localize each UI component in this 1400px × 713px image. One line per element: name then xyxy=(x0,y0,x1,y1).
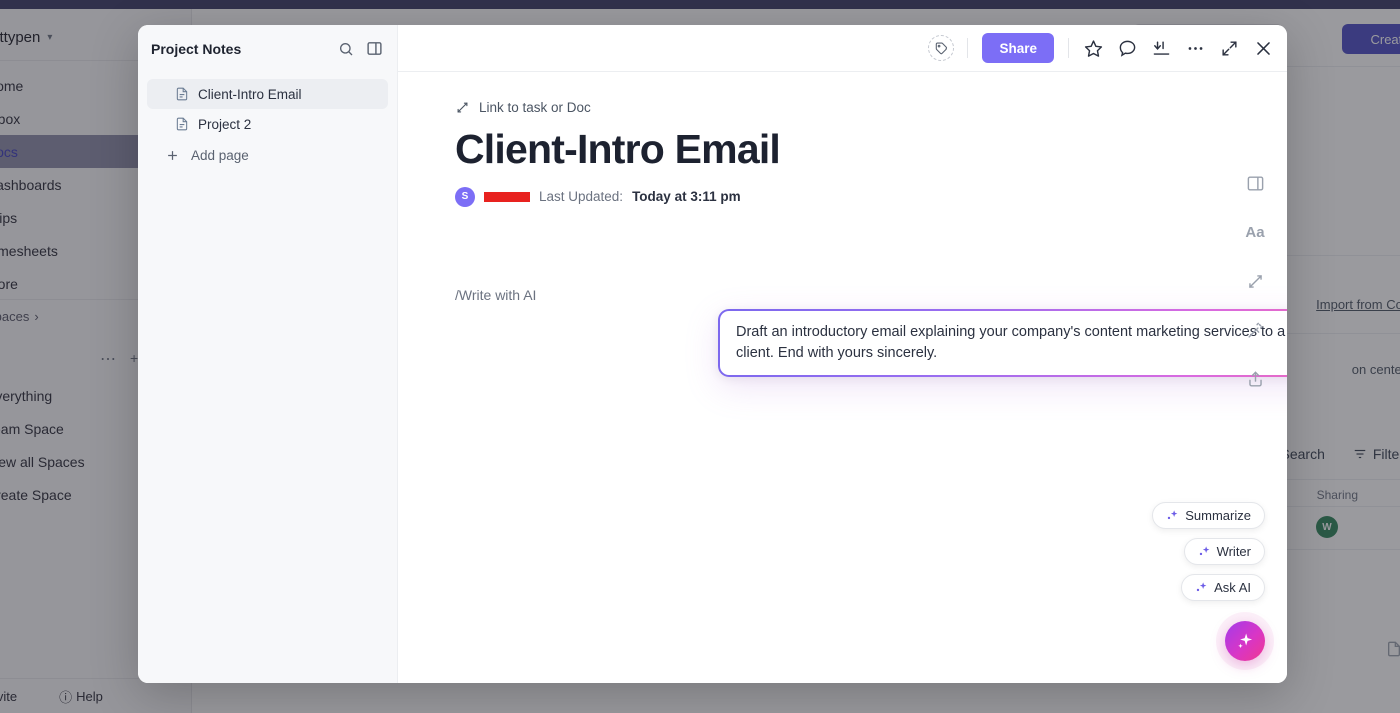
sparkle-icon xyxy=(1166,509,1179,522)
modal-page-list: Client-Intro Email Project 2 Add page xyxy=(138,72,397,170)
relationship-icon xyxy=(455,100,470,115)
divider xyxy=(1068,38,1069,58)
text-style-icon[interactable]: Aa xyxy=(1242,219,1268,245)
modal-toolbar-icons xyxy=(1084,39,1273,58)
ai-prompt-input[interactable]: Draft an introductory email explaining y… xyxy=(736,322,1287,364)
sparkle-icon xyxy=(1198,545,1211,558)
author-name-redaction xyxy=(484,191,530,202)
writer-button[interactable]: Writer xyxy=(1183,538,1265,565)
page-item-label: Project 2 xyxy=(198,116,252,132)
ai-action-pills: Summarize Writer Ask AI xyxy=(1152,502,1265,601)
document-icon xyxy=(175,86,189,102)
search-icon[interactable] xyxy=(338,41,354,57)
modal-toolbar: Share xyxy=(398,25,1287,72)
ask-ai-label: Ask AI xyxy=(1214,580,1251,595)
modal-sidebar-header: Project Notes xyxy=(138,25,397,72)
link-to-task-or-doc-label: Link to task or Doc xyxy=(479,100,591,115)
comment-icon[interactable] xyxy=(1118,39,1137,58)
add-page-label: Add page xyxy=(191,147,249,163)
writer-label: Writer xyxy=(1216,544,1251,559)
upload-icon[interactable] xyxy=(1242,366,1268,392)
doc-modal: Project Notes Client-Intro Email Project… xyxy=(138,25,1287,683)
modal-sidebar-title: Project Notes xyxy=(151,40,242,57)
document-meta: S Last Updated: Today at 3:11 pm xyxy=(455,186,1155,207)
page-item-client-intro-email[interactable]: Client-Intro Email xyxy=(147,79,388,109)
share-button-label: Share xyxy=(999,40,1037,56)
modal-sidebar-actions xyxy=(338,40,383,57)
page-item-label: Client-Intro Email xyxy=(198,86,302,102)
panel-layout-icon[interactable] xyxy=(1242,170,1268,196)
close-icon[interactable] xyxy=(1254,39,1273,58)
add-page-button[interactable]: Add page xyxy=(147,140,388,170)
ai-prompt-container: Draft an introductory email explaining y… xyxy=(718,309,1287,378)
magic-wand-icon[interactable] xyxy=(1242,317,1268,343)
last-updated-label: Last Updated: xyxy=(539,189,624,205)
last-updated-value: Today at 3:11 pm xyxy=(632,189,741,205)
modal-sidebar: Project Notes Client-Intro Email Project… xyxy=(138,25,398,683)
document-body: Link to task or Doc Client-Intro Email S… xyxy=(455,100,1155,207)
slash-command-text: /Write with AI xyxy=(455,287,537,303)
ai-sparkle-fab[interactable] xyxy=(1225,621,1265,661)
download-icon[interactable] xyxy=(1152,39,1171,58)
share-button[interactable]: Share xyxy=(982,33,1054,63)
star-icon[interactable] xyxy=(1084,39,1103,58)
plus-icon xyxy=(165,148,180,163)
page-item-project-2[interactable]: Project 2 xyxy=(147,109,388,139)
document-icon xyxy=(175,116,189,132)
more-horizontal-icon[interactable] xyxy=(1186,39,1205,58)
sparkle-icon xyxy=(1195,581,1208,594)
divider xyxy=(967,38,969,58)
ask-ai-button[interactable]: Ask AI xyxy=(1181,574,1265,601)
right-rail: Aa xyxy=(1242,170,1268,392)
expand-icon[interactable] xyxy=(1220,39,1239,58)
summarize-label: Summarize xyxy=(1185,508,1251,523)
panel-layout-icon[interactable] xyxy=(366,40,383,57)
summarize-button[interactable]: Summarize xyxy=(1152,502,1265,529)
link-to-task-or-doc-button[interactable]: Link to task or Doc xyxy=(455,100,1155,115)
ai-prompt-box: Draft an introductory email explaining y… xyxy=(720,311,1287,376)
modal-main: Share Link to task or Doc Client-Intro E… xyxy=(398,25,1287,683)
tag-icon[interactable] xyxy=(928,35,955,61)
page-title[interactable]: Client-Intro Email xyxy=(455,126,1155,173)
sparkle-icon xyxy=(1236,632,1254,650)
avatar: S xyxy=(455,186,475,207)
relationship-icon[interactable] xyxy=(1242,268,1268,294)
